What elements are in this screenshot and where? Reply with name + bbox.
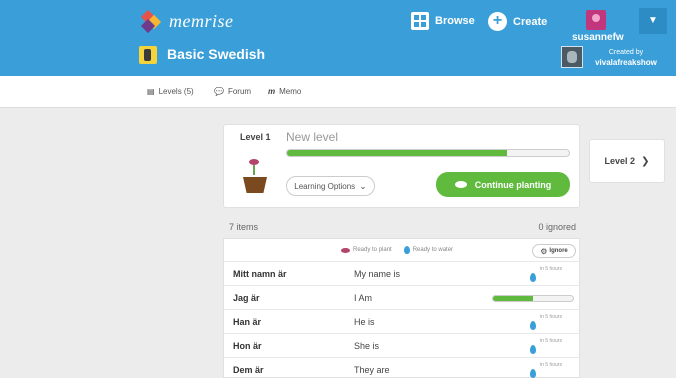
continue-planting-label: Continue planting (474, 179, 552, 190)
item-status: in 5 hours (530, 265, 576, 283)
user-menu[interactable]: susannefw (572, 10, 624, 43)
memrise-logo-icon (140, 9, 162, 33)
chevron-down-icon: ⌄ (359, 180, 367, 191)
item-english: They are (354, 365, 390, 375)
ignored-count: 0 ignored (538, 222, 576, 232)
item-review-time: in 5 hours (540, 362, 562, 368)
level-name: New level (286, 130, 339, 144)
plant-seed-icon (341, 247, 350, 253)
level-card: Level 1 New level Learning Options ⌄ Con… (223, 124, 580, 208)
learning-options-label: Learning Options (294, 181, 356, 191)
table-row[interactable]: Han är He is in 5 hours (224, 310, 579, 334)
item-english: He is (354, 317, 375, 327)
item-swedish: Hon är (233, 341, 262, 351)
top-header: memrise Browse + Create susannefw ▼ Basi… (0, 0, 676, 76)
legend-plant-label: Ready to plant (353, 247, 392, 253)
level-number: Level 1 (240, 132, 271, 142)
forum-label: Forum (227, 87, 252, 96)
status-legend: Ready to plant Ready to water (341, 246, 453, 254)
create-label: Create (513, 15, 548, 28)
water-drop-icon (530, 345, 536, 354)
item-status: in 5 hours (530, 337, 576, 355)
course-icon (139, 46, 157, 64)
next-level-button[interactable]: Level 2 ❯ (589, 139, 665, 183)
table-row[interactable]: Jag är I Am (224, 286, 579, 310)
ignore-label: Ignore (549, 248, 568, 254)
user-avatar[interactable] (586, 10, 606, 30)
course-title[interactable]: Basic Swedish (167, 46, 265, 62)
level-progress-fill (287, 150, 507, 156)
table-row[interactable]: Dem är They are in 5 hours (224, 358, 579, 378)
next-level-label: Level 2 (604, 156, 636, 166)
item-status: in 5 hours (530, 361, 576, 378)
user-dropdown-toggle[interactable]: ▼ (639, 8, 667, 34)
table-row[interactable]: Mitt namn är My name is in 5 hours (224, 262, 579, 286)
levels-label: Levels (5) (158, 87, 194, 96)
item-status: in 5 hours (530, 313, 576, 331)
subnav-levels[interactable]: ▤ Levels (5) (147, 87, 194, 96)
item-swedish: Han är (233, 317, 262, 327)
continue-planting-button[interactable]: Continue planting (436, 172, 570, 197)
items-count: 7 items (229, 222, 259, 232)
subnav-forum[interactable]: 💬 Forum (214, 87, 251, 96)
learning-options-button[interactable]: Learning Options ⌄ (286, 176, 375, 196)
gear-icon: ⚙ (540, 246, 548, 256)
item-progress-bar (492, 295, 574, 302)
plus-circle-icon: + (488, 12, 507, 31)
item-review-time: in 5 hours (540, 314, 562, 320)
memo-label: Memo (279, 87, 302, 96)
legend-water-label: Ready to water (412, 247, 454, 253)
list-icon: ▤ (147, 87, 155, 96)
item-review-time: in 5 hours (540, 338, 562, 344)
legend-row: Ready to plant Ready to water ⚙ Ignore (224, 239, 579, 262)
water-drop-icon (530, 321, 536, 330)
logo-text: memrise (169, 11, 234, 31)
create-button[interactable]: + Create (488, 12, 547, 31)
item-swedish: Dem är (233, 365, 264, 375)
course-subnav: ▤ Levels (5) 💬 Forum m Memo (0, 76, 676, 108)
created-by: Created by vivalafreakshow (590, 48, 662, 68)
item-swedish: Jag är (233, 293, 260, 303)
item-english: She is (354, 341, 380, 351)
items-table: Ready to plant Ready to water ⚙ Ignore M… (223, 238, 580, 378)
item-swedish: Mitt namn är (233, 269, 287, 279)
level-progress-bar (286, 149, 570, 157)
ignore-button[interactable]: ⚙ Ignore (532, 244, 576, 258)
grid-icon (411, 12, 429, 30)
chevron-right-icon: ❯ (641, 155, 650, 167)
speech-bubble-icon: 💬 (214, 87, 224, 96)
username[interactable]: susannefw (572, 32, 624, 43)
memrise-logo[interactable]: memrise (140, 9, 234, 33)
creator-avatar[interactable] (561, 46, 583, 68)
memo-icon: m (268, 87, 276, 96)
table-row[interactable]: Hon är She is in 5 hours (224, 334, 579, 358)
plant-pot-icon (241, 159, 269, 195)
water-drop-icon (530, 369, 536, 378)
water-drop-icon (403, 246, 410, 254)
browse-button[interactable]: Browse (411, 12, 475, 30)
water-drop-icon (530, 273, 536, 282)
item-review-time: in 5 hours (540, 266, 562, 272)
seed-icon (454, 181, 467, 188)
item-english: My name is (354, 269, 401, 279)
created-by-label: Created by (608, 49, 644, 56)
item-progress-fill (493, 296, 533, 301)
caret-down-icon: ▼ (648, 15, 658, 26)
browse-label: Browse (435, 15, 475, 27)
items-header: 7 items 0 ignored (223, 218, 580, 236)
creator-name[interactable]: vivalafreakshow (590, 58, 662, 68)
subnav-memo[interactable]: m Memo (268, 87, 301, 96)
item-english: I Am (354, 293, 373, 303)
